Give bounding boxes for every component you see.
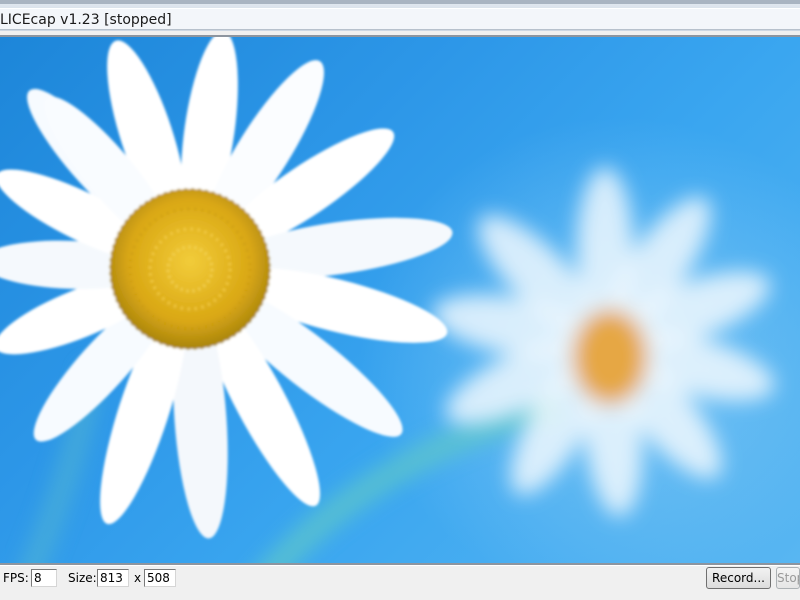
fps-label: FPS:	[3, 571, 29, 585]
size-label: Size:	[68, 571, 97, 585]
licecap-window: LICEcap v1.23 [stopped] FPS: 8 Size: 813…	[0, 0, 800, 600]
record-button[interactable]: Record...	[706, 567, 771, 589]
fps-input[interactable]	[31, 569, 57, 587]
size-separator: x	[134, 571, 142, 585]
control-bar: FPS: Size: x Record... Stop	[0, 565, 800, 600]
window-title: LICEcap v1.23 [stopped]	[0, 12, 172, 28]
title-bar[interactable]: LICEcap v1.23 [stopped]	[0, 0, 800, 31]
capture-frame[interactable]	[0, 35, 800, 565]
wallpaper-image	[0, 37, 800, 563]
height-input[interactable]	[144, 569, 176, 587]
stop-button[interactable]: Stop	[776, 567, 800, 589]
width-input[interactable]	[97, 569, 129, 587]
title-bar-inner: LICEcap v1.23 [stopped]	[0, 8, 800, 30]
capture-area	[0, 37, 800, 563]
